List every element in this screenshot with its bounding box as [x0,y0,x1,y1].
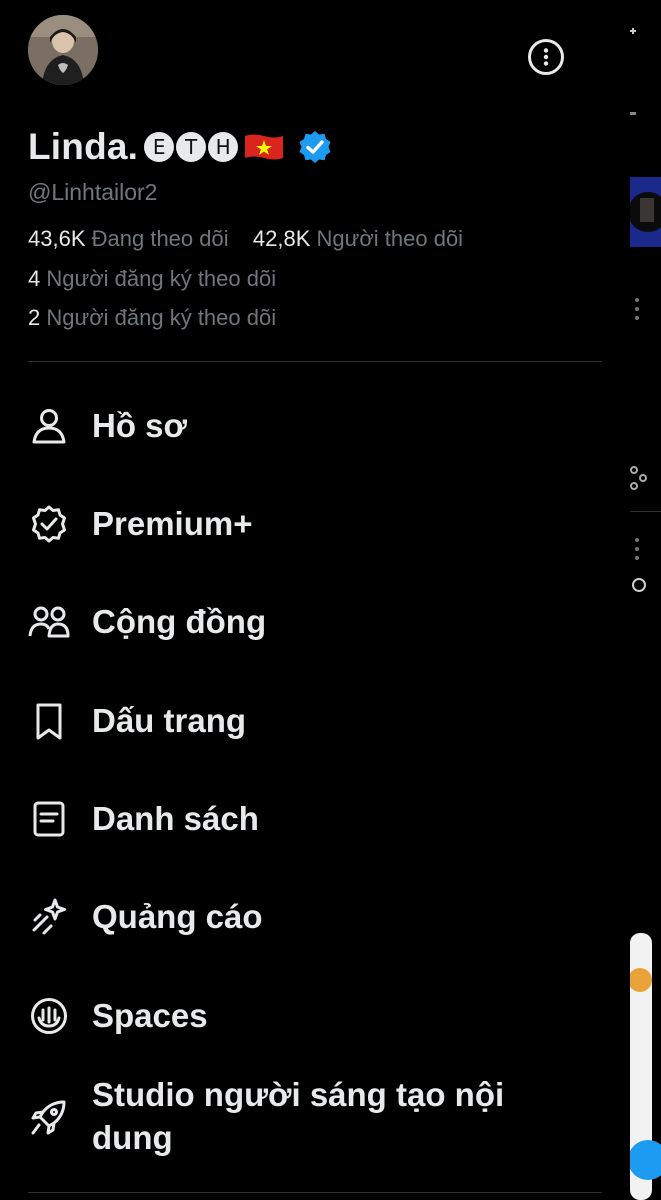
side-drawer: Linda. E T H @Linhtailor2 43,6K Đang the… [0,0,630,1200]
verified-badge-icon [297,129,333,165]
bookmark-icon [28,700,70,742]
divider [28,361,602,362]
followers-count: 42,8K [252,226,311,251]
more-options-button[interactable] [528,39,564,75]
menu-item-label: Premium+ [92,505,253,542]
menu-item-label: Dấu trang [92,702,247,739]
premium-badge-icon [28,503,70,545]
subscriptions-count: 4 [28,266,41,291]
menu-item-ads[interactable]: Quảng cáo [0,896,630,938]
menu-item-bookmarks[interactable]: Dấu trang [0,700,630,742]
followers-label: Người theo dõi [316,226,464,251]
display-name: Linda. [28,126,139,167]
menu-item-profile[interactable]: Hồ sơ [0,405,630,447]
display-name-row[interactable]: Linda. E T H [28,124,333,170]
following-link[interactable]: 43,6K Đang theo dõi [28,226,229,251]
more-vertical-icon [543,48,549,66]
subscriptions-label: Người đăng ký theo dõi [46,305,277,330]
subscriptions-label: Người đăng ký theo dõi [46,266,277,291]
following-label: Đang theo dõi [91,226,229,251]
ads-sparkle-icon [28,896,70,938]
menu-item-label: Hồ sơ [92,407,187,444]
menu-item-creator-studio[interactable]: Studio người sáng tạo nội dung [0,1073,630,1163]
name-badge-h: H [208,132,239,162]
communities-icon [28,601,70,643]
user-handle: @Linhtailor2 [28,179,158,205]
subscriptions-count: 2 [28,305,41,330]
menu-item-label: Studio người sáng tạo nội dung [92,1076,505,1156]
menu-item-label: Spaces [92,997,208,1034]
avatar[interactable] [28,15,98,85]
following-count: 43,6K [28,226,86,251]
menu-item-label: Cộng đồng [92,603,267,640]
person-icon [28,405,70,447]
menu-item-label: Danh sách [92,800,259,837]
menu-item-communities[interactable]: Cộng đồng [0,601,630,643]
follow-stats-row: 43,6K Đang theo dõi 42,8K Người theo dõi [28,226,463,252]
subscriptions-row-1[interactable]: 4 Người đăng ký theo dõi [28,266,276,292]
rocket-icon [28,1096,70,1138]
list-icon [28,798,70,840]
name-badge-e: E [144,132,175,162]
menu-item-lists[interactable]: Danh sách [0,798,630,840]
subscriptions-row-2[interactable]: 2 Người đăng ký theo dõi [28,305,276,331]
spaces-mic-icon [28,995,70,1037]
background-timeline-strip [630,0,661,1200]
followers-link[interactable]: 42,8K Người theo dõi [253,226,463,251]
menu-item-label: Quảng cáo [92,898,263,935]
menu-item-spaces[interactable]: Spaces [0,995,630,1037]
name-badge-t: T [176,132,207,162]
divider [28,1192,602,1193]
menu-item-premium[interactable]: Premium+ [0,503,630,545]
vietnam-flag-icon [243,132,285,162]
